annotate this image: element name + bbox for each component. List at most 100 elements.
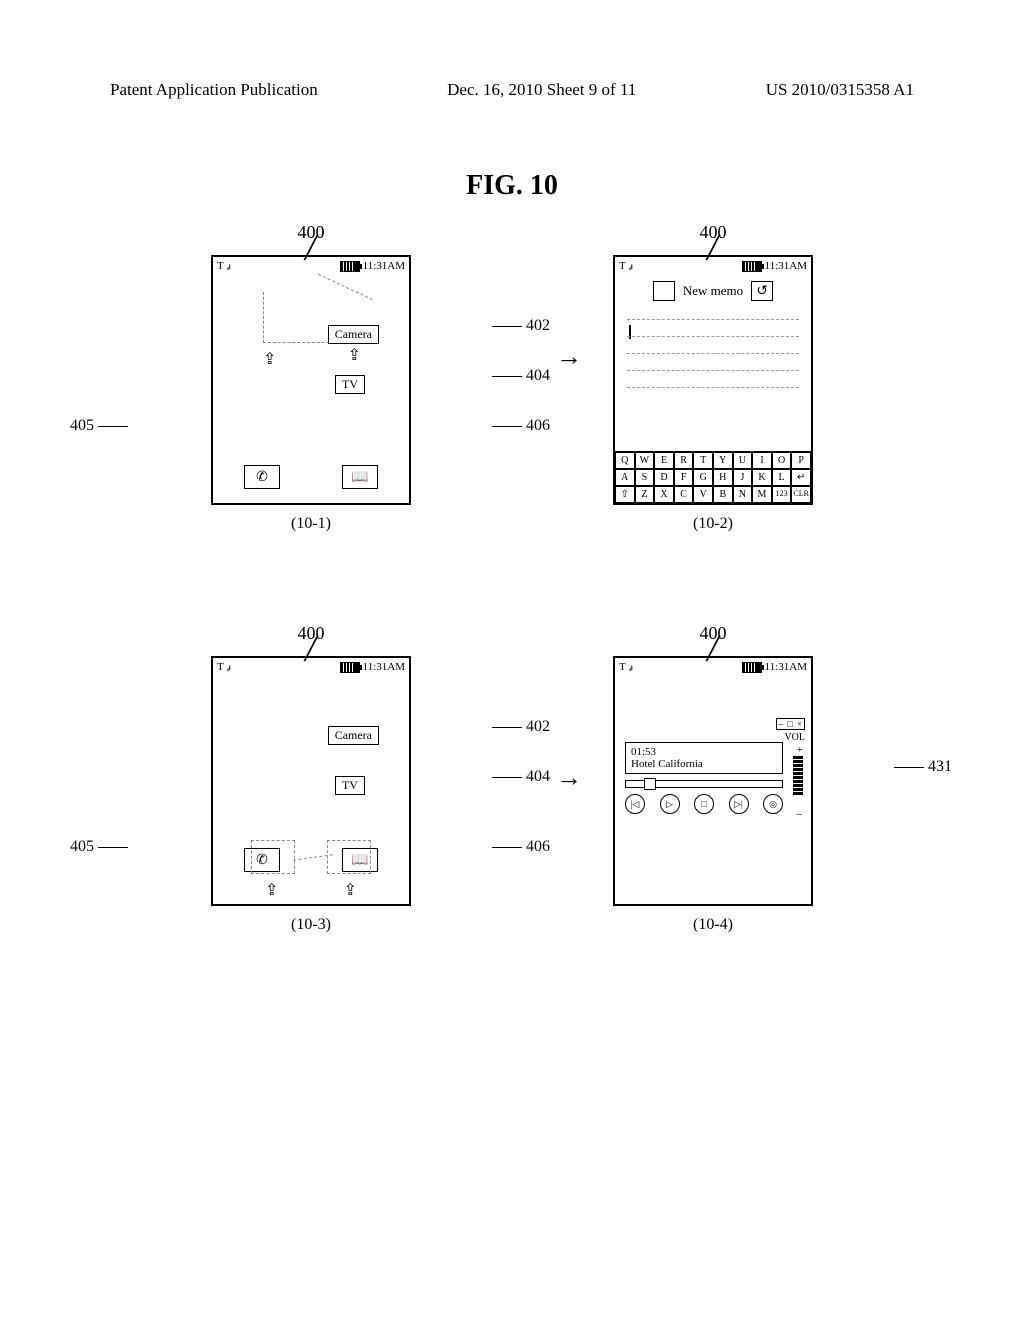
prev-button[interactable]: |◁ bbox=[625, 794, 645, 814]
signal-icon: ₐₗₗ bbox=[227, 261, 230, 272]
phone-screen-2: T ₐₗₗ 11:31AM New memo ↺ Q W bbox=[613, 255, 813, 505]
vol-label: VOL bbox=[784, 732, 805, 743]
hand-cursor-icon: ⇪ bbox=[265, 880, 278, 900]
key[interactable]: E bbox=[654, 452, 674, 469]
figure-grid: 400 ╱ T ₐₗₗ 11:31AM Camera TV ⇪ ⇪ ✆ bbox=[0, 222, 1024, 934]
track-title: Hotel California bbox=[631, 758, 777, 770]
key[interactable]: B bbox=[713, 486, 733, 503]
key[interactable]: T bbox=[693, 452, 713, 469]
player-controls: |◁ ▷ □ ▷| ◎ bbox=[625, 794, 783, 814]
dock: ✆ 📖 bbox=[213, 848, 409, 872]
gesture-box-left bbox=[251, 840, 295, 874]
key-shift[interactable]: ⇧ bbox=[615, 486, 635, 503]
key[interactable]: S bbox=[635, 469, 655, 486]
signal-icon: ₐₗₗ bbox=[629, 261, 632, 272]
leader-icon: ╱ bbox=[706, 646, 719, 652]
keyboard[interactable]: Q W E R T Y U I O P A S D F G H J K L ↵ bbox=[615, 451, 811, 503]
memo-title: New memo bbox=[683, 283, 743, 299]
status-bar: T ₐₗₗ 11:31AM bbox=[213, 257, 409, 275]
header-center: Dec. 16, 2010 Sheet 9 of 11 bbox=[447, 80, 636, 100]
sublabel-10-2: (10-2) bbox=[693, 515, 733, 533]
key[interactable]: Y bbox=[713, 452, 733, 469]
key[interactable]: O bbox=[772, 452, 792, 469]
sublabel-10-4: (10-4) bbox=[693, 916, 733, 934]
key-clr[interactable]: CLR bbox=[791, 486, 811, 503]
next-button[interactable]: ▷| bbox=[729, 794, 749, 814]
key[interactable]: Z bbox=[635, 486, 655, 503]
phone-screen-3: T ₐₗₗ 11:31AM Camera TV ✆ 📖 ⇪ ⇪ bbox=[211, 656, 411, 906]
phone-icon[interactable]: ✆ bbox=[244, 465, 280, 489]
book-icon[interactable]: 📖 bbox=[342, 465, 378, 489]
key[interactable]: M bbox=[752, 486, 772, 503]
volume-bar[interactable] bbox=[793, 756, 803, 795]
battery-icon bbox=[742, 261, 762, 272]
figure-title: FIG. 10 bbox=[0, 170, 1024, 202]
tv-button[interactable]: TV bbox=[335, 776, 365, 795]
ref-406: 406 bbox=[488, 417, 550, 435]
key[interactable]: D bbox=[654, 469, 674, 486]
hand-cursor-icon: ⇪ bbox=[263, 349, 276, 369]
vol-plus[interactable]: + bbox=[797, 744, 803, 756]
stop-button[interactable]: □ bbox=[694, 794, 714, 814]
leader-icon: ╱ bbox=[304, 245, 317, 251]
panel-10-4: 400 ╱ T ₐₗₗ 11:31AM – □ × VOL + – 01 bbox=[542, 623, 884, 934]
key[interactable]: K bbox=[752, 469, 772, 486]
key-enter[interactable]: ↵ bbox=[791, 469, 811, 486]
antenna-icon: T bbox=[217, 260, 224, 272]
key[interactable]: H bbox=[713, 469, 733, 486]
key[interactable]: F bbox=[674, 469, 694, 486]
status-bar: T ₐₗₗ 11:31AM bbox=[213, 658, 409, 676]
dock: ✆ 📖 bbox=[213, 465, 409, 489]
camera-button[interactable]: Camera bbox=[328, 726, 379, 745]
ref-405: 405 bbox=[70, 838, 132, 856]
memo-line[interactable] bbox=[627, 339, 799, 354]
key[interactable]: P bbox=[791, 452, 811, 469]
key[interactable]: U bbox=[733, 452, 753, 469]
play-time: 01:53 bbox=[631, 746, 777, 758]
antenna-icon: T bbox=[619, 260, 626, 272]
key[interactable]: X bbox=[654, 486, 674, 503]
hand-cursor-icon: ⇪ bbox=[348, 345, 361, 365]
status-bar: T ₐₗₗ 11:31AM bbox=[615, 257, 811, 275]
key-123[interactable]: 123 bbox=[772, 486, 792, 503]
memo-checkbox[interactable] bbox=[653, 281, 675, 301]
status-bar: T ₐₗₗ 11:31AM bbox=[615, 658, 811, 676]
page-header: Patent Application Publication Dec. 16, … bbox=[0, 0, 1024, 110]
key[interactable]: L bbox=[772, 469, 792, 486]
undo-icon[interactable]: ↺ bbox=[751, 281, 773, 301]
ref-404: 404 bbox=[488, 367, 550, 385]
ref-402: 402 bbox=[488, 317, 550, 335]
window-controls[interactable]: – □ × bbox=[776, 718, 805, 730]
vol-minus[interactable]: – bbox=[797, 808, 803, 820]
ref-406: 406 bbox=[488, 838, 550, 856]
memo-line[interactable] bbox=[627, 356, 799, 371]
battery-icon bbox=[340, 662, 360, 673]
battery-icon bbox=[340, 261, 360, 272]
memo-line[interactable] bbox=[627, 373, 799, 388]
key[interactable]: V bbox=[693, 486, 713, 503]
sublabel-10-1: (10-1) bbox=[291, 515, 331, 533]
key[interactable]: N bbox=[733, 486, 753, 503]
key[interactable]: A bbox=[615, 469, 635, 486]
eq-button[interactable]: ◎ bbox=[763, 794, 783, 814]
header-right: US 2010/0315358 A1 bbox=[766, 80, 914, 100]
memo-line[interactable] bbox=[627, 322, 799, 337]
key[interactable]: J bbox=[733, 469, 753, 486]
phone-screen-4: T ₐₗₗ 11:31AM – □ × VOL + – 01:53 Hotel … bbox=[613, 656, 813, 906]
key[interactable]: R bbox=[674, 452, 694, 469]
key[interactable]: Q bbox=[615, 452, 635, 469]
memo-header: New memo ↺ bbox=[625, 281, 801, 301]
memo-line[interactable] bbox=[627, 305, 799, 320]
leader-icon: ╱ bbox=[706, 245, 719, 251]
phone-screen-1: T ₐₗₗ 11:31AM Camera TV ⇪ ⇪ ✆ 📖 bbox=[211, 255, 411, 505]
key[interactable]: I bbox=[752, 452, 772, 469]
progress-slider[interactable] bbox=[625, 780, 783, 788]
antenna-icon: T bbox=[217, 661, 224, 673]
status-time: 11:31AM bbox=[765, 260, 807, 272]
camera-button[interactable]: Camera bbox=[328, 325, 379, 344]
key[interactable]: W bbox=[635, 452, 655, 469]
key[interactable]: G bbox=[693, 469, 713, 486]
key[interactable]: C bbox=[674, 486, 694, 503]
tv-button[interactable]: TV bbox=[335, 375, 365, 394]
play-button[interactable]: ▷ bbox=[660, 794, 680, 814]
